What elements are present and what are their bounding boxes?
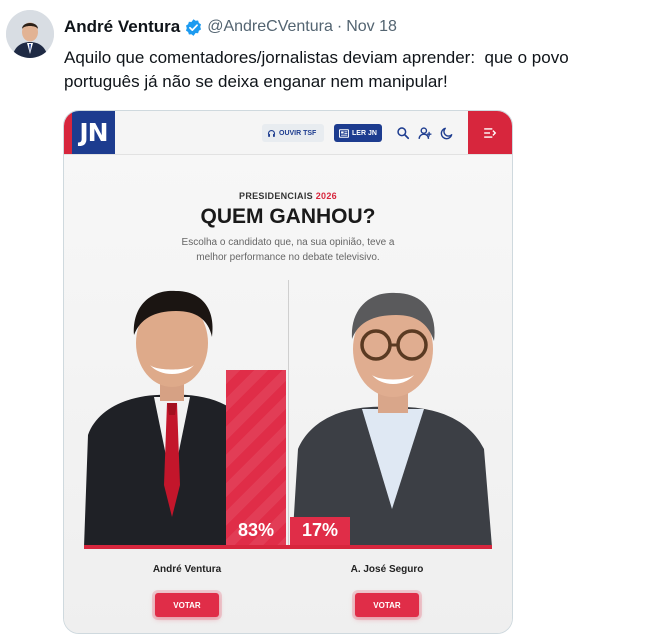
vote-button-ventura: VOTAR — [155, 593, 219, 617]
jn-header-bar: JN OUVIR TSF LER JN — [64, 111, 512, 155]
result-bar-seguro: 17% — [290, 517, 350, 547]
tweet-date[interactable]: Nov 18 — [346, 18, 397, 36]
poll-kicker-label: PRESIDENCIAIS — [239, 191, 313, 201]
headphones-icon — [267, 129, 276, 137]
jn-logo-accent — [64, 111, 72, 154]
newspaper-icon — [339, 128, 349, 138]
poll-divider — [288, 280, 289, 545]
ler-jn-label: LER JN — [352, 129, 377, 137]
poll-kicker: PRESIDENCIAIS 2026 — [64, 191, 512, 201]
poll-title: QUEM GANHOU? — [200, 205, 376, 228]
poll-baseline — [84, 545, 492, 549]
avatar-photo — [6, 10, 54, 58]
tweet-text: Aquilo que comentadores/jornalistas devi… — [64, 48, 574, 91]
result-percent-ventura: 83% — [237, 520, 275, 540]
avatar[interactable] — [6, 10, 54, 58]
ler-jn-button: LER JN — [334, 124, 382, 142]
jn-logo: JN — [72, 111, 115, 154]
poll-description: Escolha o candidato que, na sua opinião,… — [181, 237, 395, 263]
ouvir-tsf-label: OUVIR TSF — [279, 129, 317, 137]
header-separator: · — [336, 18, 343, 35]
user-handle[interactable]: @AndreCVentura — [207, 18, 333, 36]
vote-button-seguro: VOTAR — [355, 593, 419, 617]
ouvir-tsf-button: OUVIR TSF — [262, 124, 324, 142]
menu-icon — [484, 127, 497, 138]
verified-badge-icon[interactable] — [184, 18, 203, 37]
candidate-portrait-right — [292, 292, 492, 547]
search-icon — [397, 127, 410, 140]
candidate-name-seguro: A. José Seguro — [350, 564, 424, 575]
candidate-name-ventura: André Ventura — [152, 564, 222, 575]
poll-panel: PRESIDENCIAIS 2026 QUEM GANHOU? Escolha … — [64, 155, 512, 633]
result-percent-seguro: 17% — [301, 520, 339, 540]
user-icon — [418, 127, 432, 139]
menu-button — [468, 111, 512, 154]
moon-icon — [440, 127, 453, 140]
tweet-media-image[interactable]: JN OUVIR TSF LER JN PRESIDENCIAIS 2026 Q… — [63, 110, 513, 634]
display-name[interactable]: André Ventura — [64, 17, 180, 37]
tweet-header: André Ventura @AndreCVentura · Nov 18 — [64, 16, 397, 38]
result-bar-ventura: 83% — [226, 370, 286, 547]
poll-year: 2026 — [315, 191, 337, 201]
